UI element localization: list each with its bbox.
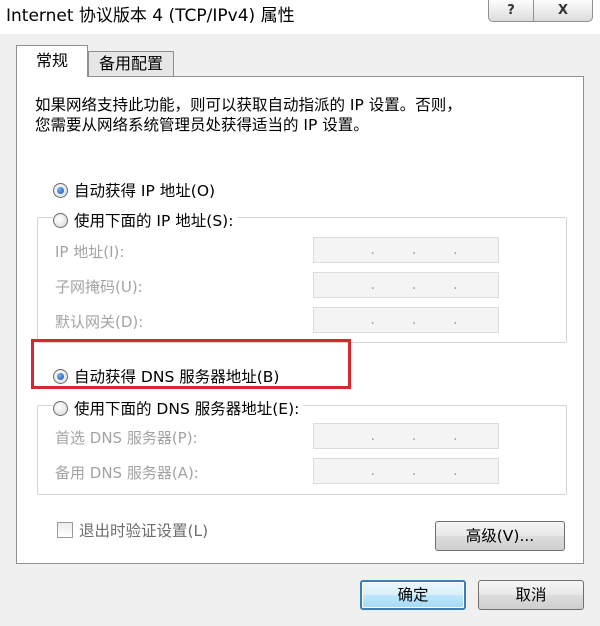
dns-auto-radio[interactable]	[53, 368, 68, 384]
ip-auto-radio[interactable]	[53, 182, 68, 198]
ip-dot: .	[370, 277, 375, 293]
dns-manual-label: 使用下面的 DNS 服务器地址(E):	[74, 400, 300, 418]
validate-on-exit-checkbox[interactable]	[57, 522, 73, 538]
ip-dot: .	[411, 463, 417, 479]
validate-on-exit-label: 退出时验证设置(L)	[79, 522, 209, 540]
ok-button[interactable]: 确定	[360, 580, 466, 610]
ip-dot: .	[453, 463, 458, 479]
ip-dot: .	[370, 242, 375, 258]
description-line-2: 您需要从网络系统管理员处获得适当的 IP 设置。	[35, 116, 369, 134]
dns-auto-label: 自动获得 DNS 服务器地址(B)	[74, 368, 280, 386]
cancel-button[interactable]: 取消	[478, 580, 584, 610]
title-bar: Internet 协议版本 4 (TCP/IPv4) 属性 ? X	[0, 0, 600, 34]
ip-dot: .	[453, 242, 458, 258]
help-button[interactable]: ?	[488, 0, 534, 22]
ip-manual-option[interactable]: 使用下面的 IP 地址(S):	[53, 209, 238, 231]
ip-dot: .	[370, 463, 375, 479]
ip-dot: .	[453, 312, 458, 328]
alternate-dns-input[interactable]: . . .	[313, 458, 499, 484]
ip-dot: .	[453, 277, 458, 293]
ip-dot: .	[411, 312, 417, 328]
tab-alternate-configuration[interactable]: 备用配置	[88, 51, 174, 78]
ip-manual-label: 使用下面的 IP 地址(S):	[74, 212, 234, 230]
ip-dot: .	[411, 242, 417, 258]
help-icon: ?	[507, 3, 515, 18]
ip-auto-label: 自动获得 IP 地址(O)	[74, 182, 216, 200]
validate-on-exit-option[interactable]: 退出时验证设置(L)	[57, 519, 208, 541]
close-button[interactable]: X	[533, 0, 593, 22]
general-tab-panel: 如果网络支持此功能，则可以获取自动指派的 IP 设置。否则， 您需要从网络系统管…	[16, 76, 584, 564]
ip-auto-option[interactable]: 自动获得 IP 地址(O)	[53, 179, 215, 201]
description-line-1: 如果网络支持此功能，则可以获取自动指派的 IP 设置。否则，	[35, 96, 462, 114]
ip-dot: .	[370, 312, 375, 328]
subnet-mask-label: 子网掩码(U):	[55, 278, 143, 296]
properties-dialog: Internet 协议版本 4 (TCP/IPv4) 属性 ? X 常规 备用配…	[0, 0, 600, 626]
subnet-mask-input[interactable]: . . .	[313, 272, 499, 298]
ip-dot: .	[411, 277, 417, 293]
preferred-dns-label: 首选 DNS 服务器(P):	[55, 429, 198, 447]
preferred-dns-input[interactable]: . . .	[313, 423, 499, 449]
dns-auto-option[interactable]: 自动获得 DNS 服务器地址(B)	[53, 365, 279, 387]
tab-general[interactable]: 常规	[16, 45, 88, 77]
dns-manual-radio[interactable]	[53, 400, 68, 416]
advanced-button[interactable]: 高级(V)...	[435, 521, 565, 551]
ip-dot: .	[370, 428, 375, 444]
alternate-dns-label: 备用 DNS 服务器(A):	[55, 464, 199, 482]
ip-dot: .	[453, 428, 458, 444]
default-gateway-input[interactable]: . . .	[313, 307, 499, 333]
ip-address-input[interactable]: . . .	[313, 237, 499, 263]
ip-dot: .	[411, 428, 417, 444]
dns-manual-option[interactable]: 使用下面的 DNS 服务器地址(E):	[53, 397, 304, 419]
close-icon: X	[557, 3, 569, 18]
ip-address-label: IP 地址(I):	[55, 243, 125, 261]
window-title: Internet 协议版本 4 (TCP/IPv4) 属性	[6, 6, 295, 26]
default-gateway-label: 默认网关(D):	[55, 313, 144, 331]
description-text: 如果网络支持此功能，则可以获取自动指派的 IP 设置。否则， 您需要从网络系统管…	[35, 95, 575, 135]
ip-manual-radio[interactable]	[53, 212, 68, 228]
